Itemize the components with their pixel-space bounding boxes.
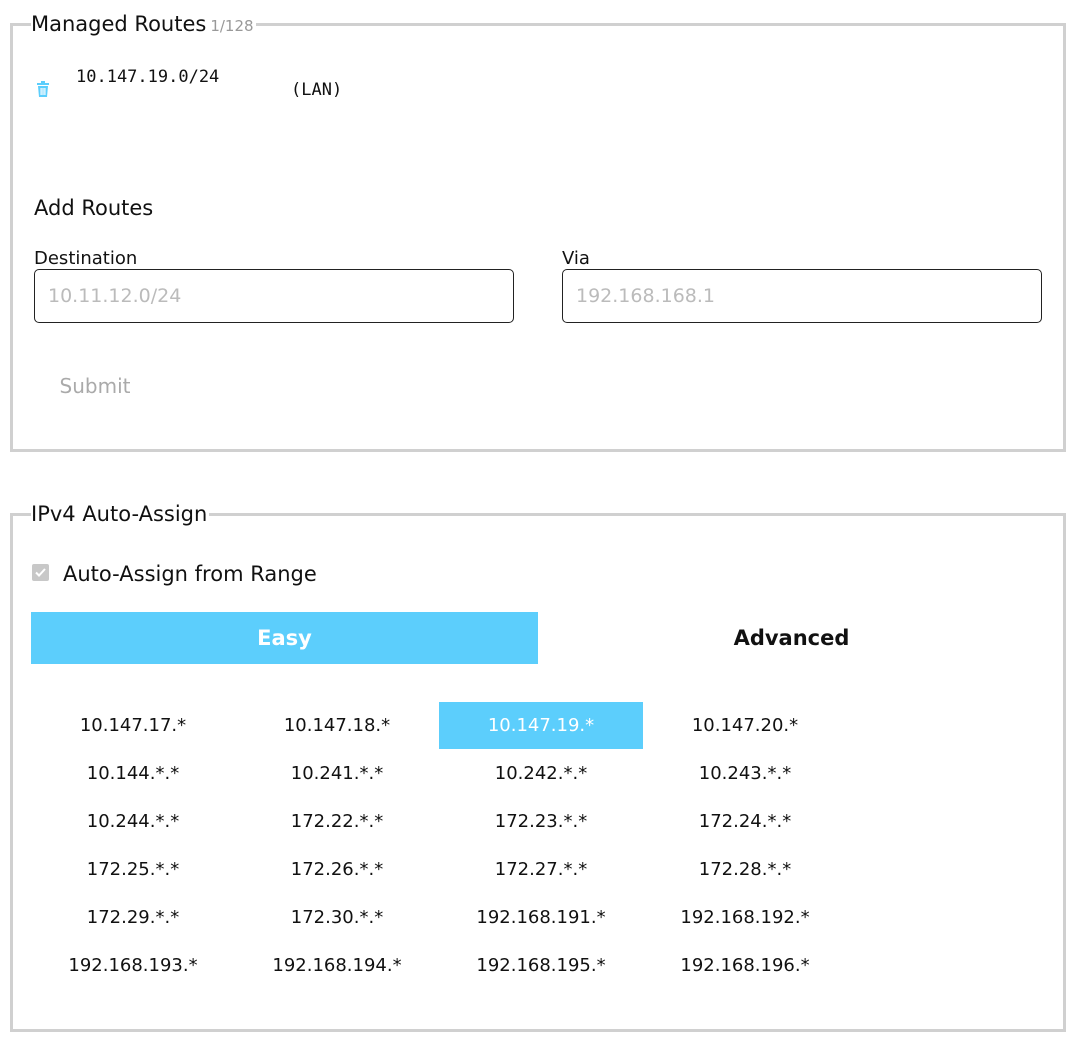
- ip-range-option[interactable]: 172.28.*.*: [643, 846, 847, 893]
- route-row: 10.147.19.0/24 (LAN): [33, 66, 433, 106]
- ip-range-option[interactable]: 172.25.*.*: [31, 846, 235, 893]
- ip-range-option[interactable]: 192.168.194.*: [235, 942, 439, 989]
- ip-range-option[interactable]: 10.144.*.*: [31, 750, 235, 797]
- ip-range-option[interactable]: 10.242.*.*: [439, 750, 643, 797]
- ip-range-option[interactable]: 172.22.*.*: [235, 798, 439, 845]
- destination-label: Destination: [34, 248, 138, 269]
- ip-range-option[interactable]: 192.168.192.*: [643, 894, 847, 941]
- ip-range-option[interactable]: 172.27.*.*: [439, 846, 643, 893]
- auto-assign-label: Auto-Assign from Range: [63, 562, 317, 586]
- ip-range-option[interactable]: 10.147.20.*: [643, 702, 847, 749]
- ip-range-option[interactable]: 10.147.19.*: [439, 702, 643, 749]
- add-routes-heading: Add Routes: [34, 196, 154, 220]
- ip-range-option[interactable]: 192.168.191.*: [439, 894, 643, 941]
- ip-range-option[interactable]: 172.29.*.*: [31, 894, 235, 941]
- via-input[interactable]: [562, 269, 1042, 323]
- auto-assign-checkbox[interactable]: [32, 564, 49, 581]
- ip-range-option[interactable]: 172.30.*.*: [235, 894, 439, 941]
- ip-range-option[interactable]: 192.168.193.*: [31, 942, 235, 989]
- destination-input[interactable]: [34, 269, 514, 323]
- ip-range-option[interactable]: 192.168.195.*: [439, 942, 643, 989]
- ip-range-option[interactable]: 10.147.18.*: [235, 702, 439, 749]
- checkmark-icon: [35, 568, 46, 577]
- ip-range-option[interactable]: 10.147.17.*: [31, 702, 235, 749]
- ip-range-option[interactable]: 172.26.*.*: [235, 846, 439, 893]
- route-via: (LAN): [291, 80, 343, 100]
- ip-range-option[interactable]: 192.168.196.*: [643, 942, 847, 989]
- route-destination: 10.147.19.0/24: [76, 67, 220, 87]
- ip-range-option[interactable]: 10.243.*.*: [643, 750, 847, 797]
- trash-icon[interactable]: [35, 80, 51, 98]
- ip-range-option[interactable]: 10.244.*.*: [31, 798, 235, 845]
- ip-range-option[interactable]: 172.23.*.*: [439, 798, 643, 845]
- ip-range-option[interactable]: 10.241.*.*: [235, 750, 439, 797]
- managed-routes-title: Managed Routes 1/128: [31, 10, 256, 40]
- tab-advanced[interactable]: Advanced: [538, 612, 1045, 664]
- via-label: Via: [562, 248, 590, 269]
- ip-range-option[interactable]: 172.24.*.*: [643, 798, 847, 845]
- ipv4-auto-assign-title: IPv4 Auto-Assign: [31, 500, 210, 528]
- managed-routes-title-text: Managed Routes: [31, 12, 207, 36]
- tab-easy[interactable]: Easy: [31, 612, 538, 664]
- route-count: 1/128: [210, 17, 254, 35]
- submit-button[interactable]: Submit: [40, 366, 150, 406]
